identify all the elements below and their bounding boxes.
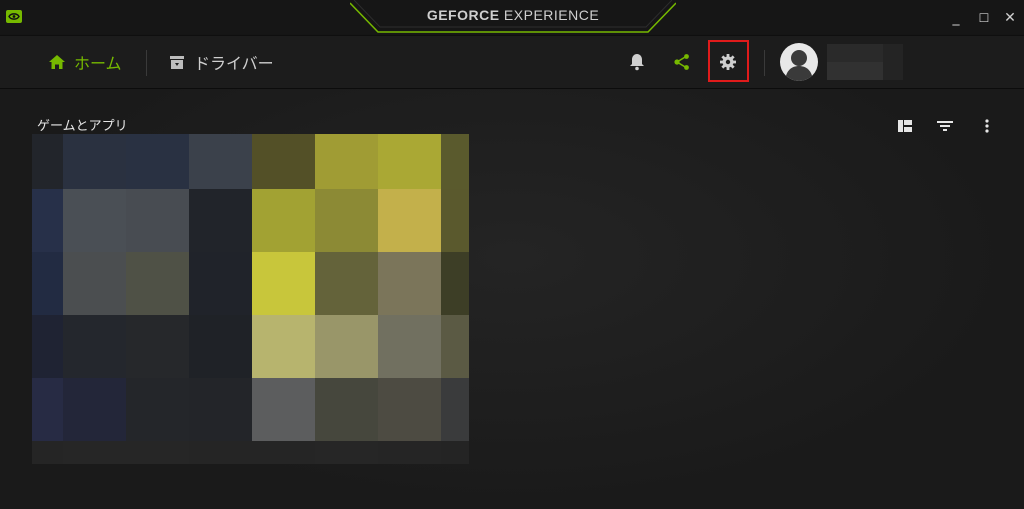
more-vert-icon — [985, 119, 989, 133]
mosaic-cell — [189, 134, 252, 189]
mosaic-cell — [63, 378, 126, 441]
mosaic-cell — [378, 441, 441, 464]
mosaic-cell — [252, 441, 315, 464]
mosaic-cell — [189, 252, 252, 315]
user-silhouette-icon — [785, 50, 813, 81]
mosaic-cell — [189, 378, 252, 441]
maximize-button[interactable]: ☐ — [974, 8, 994, 28]
more-options-button[interactable] — [978, 117, 996, 135]
home-icon — [49, 55, 65, 69]
profile-name-redacted — [827, 44, 883, 64]
mosaic-cell — [441, 315, 469, 378]
mosaic-cell — [378, 134, 441, 189]
mosaic-cell — [252, 189, 315, 252]
mosaic-cell — [63, 252, 126, 315]
mosaic-cell — [126, 378, 189, 441]
minimize-button[interactable]: _ — [946, 8, 966, 28]
mosaic-cell — [126, 441, 189, 464]
mosaic-cell — [189, 315, 252, 378]
grid-view-icon — [898, 120, 912, 132]
mosaic-cell — [378, 189, 441, 252]
nav-drivers-tab[interactable]: ドライバー — [168, 50, 274, 74]
mosaic-cell — [378, 378, 441, 441]
mosaic-cell — [126, 252, 189, 315]
settings-highlight-box — [708, 40, 749, 82]
driver-box-icon — [170, 56, 184, 69]
section-title: ゲームとアプリ — [37, 119, 128, 134]
notifications-button[interactable] — [624, 49, 650, 75]
mosaic-cell — [315, 315, 378, 378]
mosaic-cell — [63, 441, 126, 464]
nvidia-logo-icon — [6, 10, 22, 23]
game-tile-pixelated[interactable] — [32, 134, 469, 464]
mosaic-cell — [441, 189, 469, 252]
nav-drivers-label: ドライバー — [194, 54, 274, 73]
share-button[interactable] — [669, 49, 695, 75]
mosaic-cell — [441, 134, 469, 189]
filter-icon — [937, 121, 953, 131]
title-bar: GEFORCE EXPERIENCE _ ☐ ✕ — [0, 0, 1024, 36]
mosaic-cell — [441, 378, 469, 441]
mosaic-cell — [63, 189, 126, 252]
share-icon — [674, 54, 689, 70]
brand-tab: GEFORCE EXPERIENCE — [350, 0, 676, 34]
mosaic-cell — [63, 134, 126, 189]
mosaic-cell — [315, 441, 378, 464]
profile-status-redacted — [827, 62, 883, 80]
avatar[interactable] — [780, 43, 818, 81]
mosaic-cell — [189, 441, 252, 464]
mosaic-cell — [315, 189, 378, 252]
filter-button[interactable] — [936, 117, 954, 135]
mosaic-cell — [252, 378, 315, 441]
nav-divider-right — [764, 50, 765, 76]
close-button[interactable]: ✕ — [1000, 8, 1020, 28]
mosaic-cell — [252, 134, 315, 189]
grid-view-button[interactable] — [896, 117, 914, 135]
mosaic-cell — [441, 441, 469, 464]
mosaic-cell — [32, 441, 63, 464]
mosaic-cell — [63, 315, 126, 378]
mosaic-cell — [32, 134, 63, 189]
mosaic-cell — [126, 189, 189, 252]
mosaic-cell — [189, 189, 252, 252]
nav-home-tab[interactable]: ホーム — [48, 50, 122, 74]
mosaic-cell — [126, 315, 189, 378]
mosaic-cell — [315, 378, 378, 441]
mosaic-cell — [32, 315, 63, 378]
mosaic-cell — [315, 252, 378, 315]
mosaic-cell — [315, 134, 378, 189]
mosaic-cell — [32, 189, 63, 252]
nav-home-label: ホーム — [74, 54, 122, 73]
app-title: GEFORCE EXPERIENCE — [426, 7, 600, 23]
bell-icon — [630, 54, 644, 71]
mosaic-cell — [441, 252, 469, 315]
top-nav: ホーム ドライバー — [0, 36, 1024, 89]
nav-divider — [146, 50, 147, 76]
mosaic-cell — [378, 315, 441, 378]
mosaic-cell — [32, 252, 63, 315]
mosaic-cell — [32, 378, 63, 441]
mosaic-cell — [126, 134, 189, 189]
mosaic-cell — [378, 252, 441, 315]
mosaic-cell — [252, 315, 315, 378]
profile-redacted-edge — [883, 44, 903, 80]
main-content: ゲームとアプリ — [0, 89, 1024, 509]
mosaic-cell — [252, 252, 315, 315]
